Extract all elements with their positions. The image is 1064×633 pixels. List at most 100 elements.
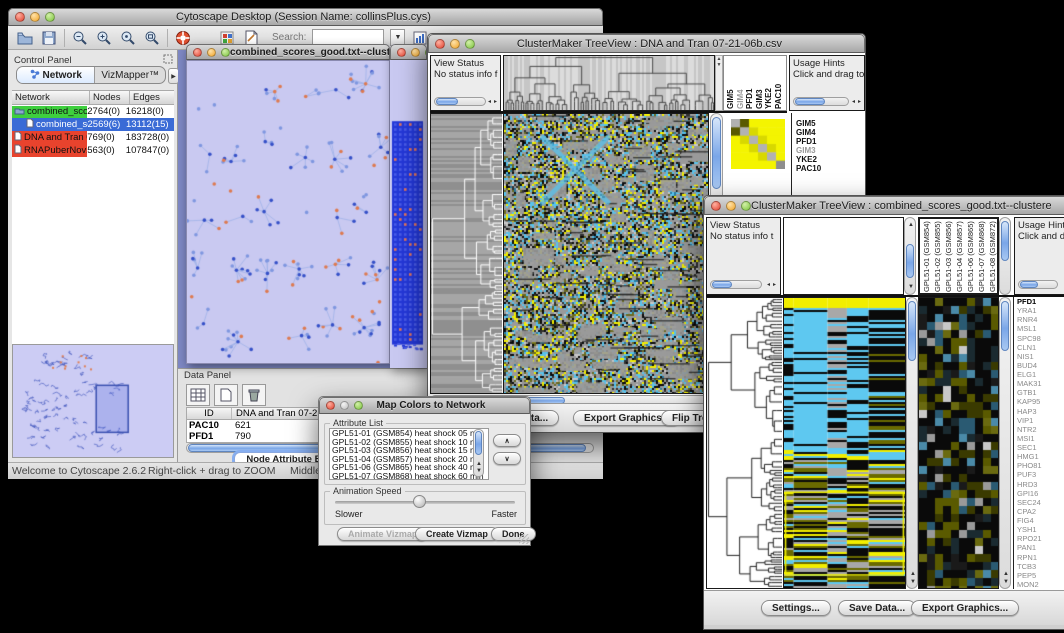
gene-label[interactable]: VIP1 [1014,416,1064,425]
minimize-button[interactable] [411,48,420,57]
zoom-button[interactable] [45,12,55,22]
treeview1-titlebar[interactable]: ClusterMaker TreeView : DNA and Tran 07-… [428,34,865,53]
gene-label[interactable]: YRA1 [1014,306,1064,315]
gene-label[interactable]: CPA2 [1014,507,1064,516]
gene-label[interactable]: MON2 [1014,580,1064,589]
gene-label[interactable]: KAP95 [1014,397,1064,406]
gene-label[interactable]: BUD4 [1014,361,1064,370]
save-icon[interactable] [40,29,58,47]
attribute-item[interactable]: GPL51-07 (GSM868) heat shock 60 min [332,472,488,480]
treeview2-titlebar[interactable]: ClusterMaker TreeView : combined_scores_… [704,196,1064,215]
gene-label[interactable]: CLN1 [1014,343,1064,352]
tab-vizmapper[interactable]: VizMapper™ [94,67,165,83]
close-button[interactable] [435,39,445,49]
gene-label[interactable]: YSH1 [1014,525,1064,534]
gene-label[interactable]: GTB1 [1014,388,1064,397]
minimize-button[interactable] [30,12,40,22]
main-titlebar[interactable]: Cytoscape Desktop (Session Name: collins… [8,8,603,26]
network-row[interactable]: combined_scores_ 2764(0) 16218(0) [12,105,174,118]
zoom-fit-icon[interactable] [143,29,161,47]
zoom-selected-icon[interactable] [119,29,137,47]
minimize-button[interactable] [726,201,736,211]
delete-attribute-icon[interactable] [242,384,266,406]
scroll-down-icon[interactable]: ▼ [476,468,482,474]
scrollbar-thumb[interactable] [475,431,482,455]
zoom-button[interactable] [741,201,751,211]
heatmap-pane[interactable] [783,297,906,589]
dialog-titlebar[interactable]: Map Colors to Network [319,397,530,414]
new-attribute-icon[interactable] [214,384,238,406]
move-up-button[interactable]: ∧ [493,434,521,447]
scrollbar-thumb[interactable] [436,98,458,105]
network-row[interactable]: combined_sco 2569(6) 13112(15) [12,118,174,131]
gene-label[interactable]: PFD1 [1014,297,1064,306]
col-header-nodes[interactable]: Nodes [90,91,130,104]
settings-button[interactable]: Settings... [761,600,831,616]
save-data-button[interactable]: Save Data... [838,600,916,616]
network-overview-navigator[interactable] [12,344,174,458]
scroll-up-icon[interactable]: ▲ [910,571,916,577]
scroll-left-icon[interactable]: ◂ [767,282,770,288]
gene-label[interactable]: MSI1 [1014,434,1064,443]
scrollbar-thumb[interactable] [1001,301,1009,351]
open-icon[interactable] [16,29,34,47]
scrollbar-thumb[interactable] [908,301,916,361]
export-graphics-button[interactable]: Export Graphics... [911,600,1019,616]
gene-label[interactable]: GPI16 [1014,489,1064,498]
network-row[interactable]: RNAPuberNov2+I 563(0) 107847(0) [12,144,174,157]
scroll-right-icon[interactable]: ▸ [494,99,497,105]
scroll-left-icon[interactable]: ◂ [488,99,491,105]
zoom-button[interactable] [221,48,230,57]
close-button[interactable] [15,12,25,22]
zoom-heatmap-pane[interactable] [918,297,999,589]
row-dendrogram-pane[interactable] [706,297,783,589]
row-dendrogram-pane[interactable] [430,113,503,394]
scrollbar-thumb[interactable] [712,117,721,189]
id-column-header[interactable]: ID [187,408,232,419]
column-dendrogram-pane[interactable] [503,55,715,111]
close-button[interactable] [397,48,406,57]
scroll-up-icon[interactable]: ▲ [1003,571,1009,577]
gene-label[interactable]: FIG4 [1014,516,1064,525]
scroll-left-icon[interactable]: ◂ [852,99,855,105]
network-view-2-titlebar[interactable] [390,44,427,60]
gene-label[interactable]: SEC24 [1014,498,1064,507]
network-row[interactable]: DNA and Tran 07 769(0) 183728(0) [12,131,174,144]
scrollbar-thumb[interactable] [1020,281,1038,288]
gene-label[interactable]: HRD3 [1014,480,1064,489]
network-view-canvas[interactable] [186,60,390,364]
gene-label[interactable]: RPO21 [1014,534,1064,543]
gene-label[interactable]: PAN1 [1014,543,1064,552]
heatmap-pane[interactable] [503,113,709,394]
minimize-button[interactable] [207,48,216,57]
scroll-right-icon[interactable]: ▸ [858,99,861,105]
gene-label[interactable]: SEC1 [1014,443,1064,452]
gene-label[interactable]: NTR2 [1014,425,1064,434]
zoom-button[interactable] [465,39,475,49]
gene-label[interactable]: ELG1 [1014,370,1064,379]
zoom-in-icon[interactable] [95,29,113,47]
gene-label[interactable]: HMG1 [1014,452,1064,461]
scroll-down-icon[interactable]: ▼ [910,579,916,585]
gene-label[interactable]: MSL1 [1014,324,1064,333]
scroll-up-icon[interactable]: ▲ [476,461,482,467]
column-dendrogram-pane[interactable] [783,217,904,295]
gene-label[interactable]: RPN1 [1014,553,1064,562]
scrollbar-thumb[interactable] [712,281,732,288]
minimize-button[interactable] [450,39,460,49]
speed-slider-thumb[interactable] [413,495,426,508]
zoom-matrix-canvas[interactable] [731,119,785,169]
gene-label[interactable]: PEP5 [1014,571,1064,580]
close-button[interactable] [711,201,721,211]
move-down-button[interactable]: ∨ [493,452,521,465]
col-header-edges[interactable]: Edges [130,91,174,104]
network-view-titlebar[interactable]: combined_scores_good.txt--cluste... [186,44,390,60]
float-panel-icon[interactable] [163,51,173,69]
close-button[interactable] [326,401,335,410]
gene-label[interactable]: HAP3 [1014,407,1064,416]
create-vizmap-button[interactable]: Create Vizmap [415,527,499,541]
scroll-up-icon[interactable]: ▲ [908,222,914,228]
close-button[interactable] [193,48,202,57]
zoom-out-icon[interactable] [71,29,89,47]
column-tree-scroll-strip[interactable]: ▲▼ [715,55,723,111]
